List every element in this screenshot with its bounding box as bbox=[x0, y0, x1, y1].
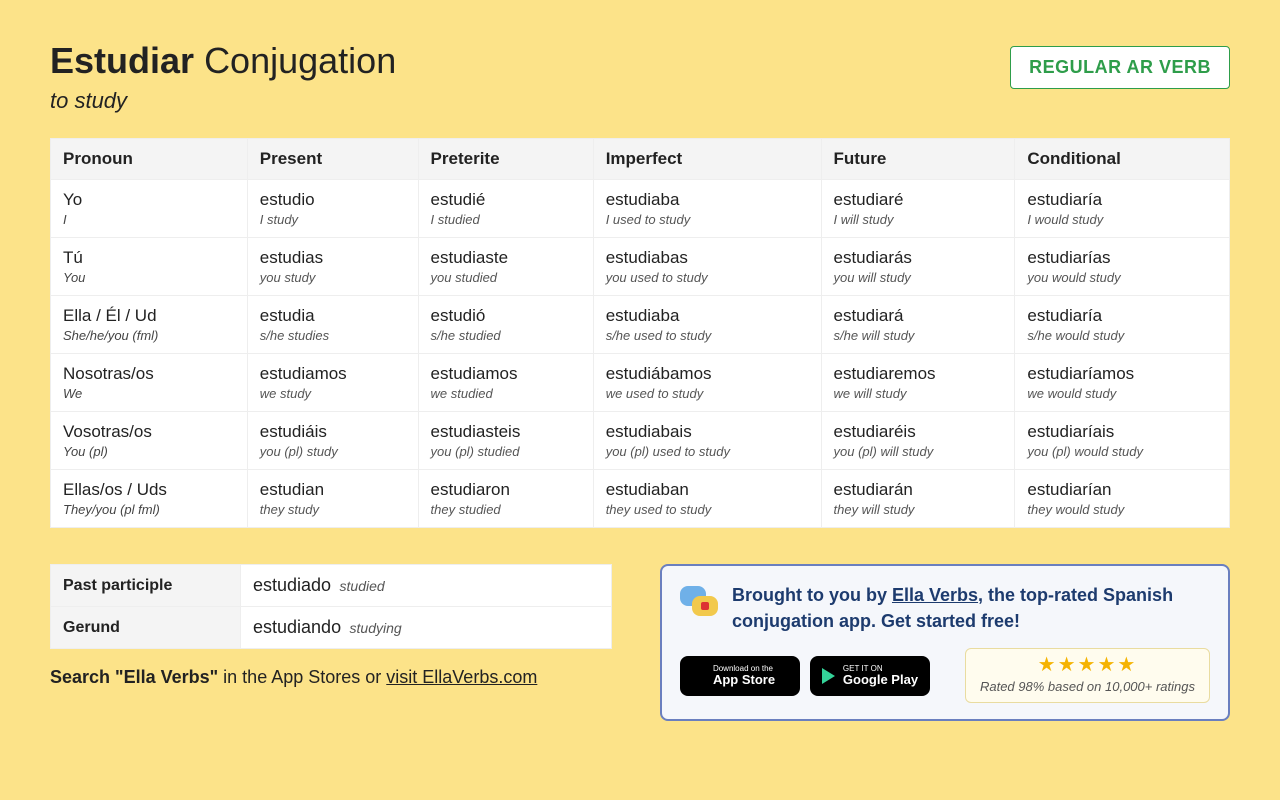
conjugation-cell: estudiasyou study bbox=[247, 238, 418, 296]
conjugation-cell: estudiaríaisyou (pl) would study bbox=[1015, 412, 1230, 470]
table-row: Vosotras/osYou (pl)estudiáisyou (pl) stu… bbox=[51, 412, 1230, 470]
gerund-label: Gerund bbox=[51, 607, 241, 649]
verb-translation: to study bbox=[50, 88, 396, 114]
rating-box: ★★★★★ Rated 98% based on 10,000+ ratings bbox=[965, 648, 1210, 703]
pronoun-cell: TúYou bbox=[51, 238, 248, 296]
conjugation-cell: estudiaríaI would study bbox=[1015, 180, 1230, 238]
conjugation-cell: estudiaremoswe will study bbox=[821, 354, 1015, 412]
conjugation-cell: estudiaréisyou (pl) will study bbox=[821, 412, 1015, 470]
brand-link[interactable]: Ella Verbs bbox=[892, 585, 978, 605]
conjugation-cell: estudiabanthey used to study bbox=[593, 470, 821, 528]
page-title: Estudiar Conjugation bbox=[50, 40, 396, 82]
pronoun-cell: Vosotras/osYou (pl) bbox=[51, 412, 248, 470]
conjugation-cell: estudiabaisyou (pl) used to study bbox=[593, 412, 821, 470]
promo-app-icon bbox=[680, 582, 718, 620]
past-participle-value: estudiado studied bbox=[241, 565, 612, 607]
conjugation-word: Conjugation bbox=[204, 40, 396, 81]
verb-name: Estudiar bbox=[50, 40, 194, 81]
conjugation-cell: estudiaréI will study bbox=[821, 180, 1015, 238]
table-row: YoIestudioI studyestudiéI studiedestudia… bbox=[51, 180, 1230, 238]
table-row: Ella / Él / UdShe/he/you (fml)estudias/h… bbox=[51, 296, 1230, 354]
gerund-value: estudiando studying bbox=[241, 607, 612, 649]
conjugation-cell: estudiábamoswe used to study bbox=[593, 354, 821, 412]
conjugation-cell: estudiaránthey will study bbox=[821, 470, 1015, 528]
conjugation-cell: estudiabasyou used to study bbox=[593, 238, 821, 296]
past-participle-label: Past participle bbox=[51, 565, 241, 607]
conjugation-cell: estudioI study bbox=[247, 180, 418, 238]
conjugation-cell: estudias/he studies bbox=[247, 296, 418, 354]
conjugation-cell: estudiasteyou studied bbox=[418, 238, 593, 296]
conjugation-cell: estudiabas/he used to study bbox=[593, 296, 821, 354]
conjugation-cell: estudiáisyou (pl) study bbox=[247, 412, 418, 470]
conjugation-table: PronounPresentPreteriteImperfectFutureCo… bbox=[50, 138, 1230, 528]
column-header: Future bbox=[821, 139, 1015, 180]
conjugation-table-body: YoIestudioI studyestudiéI studiedestudia… bbox=[51, 180, 1230, 528]
column-header: Pronoun bbox=[51, 139, 248, 180]
conjugation-table-head: PronounPresentPreteriteImperfectFutureCo… bbox=[51, 139, 1230, 180]
search-hint: Search "Ella Verbs" in the App Stores or… bbox=[50, 667, 612, 688]
pronoun-cell: Ella / Él / UdShe/he/you (fml) bbox=[51, 296, 248, 354]
promo-text: Brought to you by Ella Verbs, the top-ra… bbox=[732, 582, 1210, 634]
star-icons: ★★★★★ bbox=[980, 655, 1195, 675]
conjugation-cell: estudiasteisyou (pl) studied bbox=[418, 412, 593, 470]
app-store-button[interactable]: Download on the App Store bbox=[680, 656, 800, 696]
table-row: Ellas/os / UdsThey/you (pl fml)estudiant… bbox=[51, 470, 1230, 528]
pronoun-cell: Ellas/os / UdsThey/you (pl fml) bbox=[51, 470, 248, 528]
conjugation-cell: estudiaríasyou would study bbox=[1015, 238, 1230, 296]
conjugation-cell: estudiarásyou will study bbox=[821, 238, 1015, 296]
conjugation-cell: estudiaríamoswe would study bbox=[1015, 354, 1230, 412]
google-play-button[interactable]: GET IT ON Google Play bbox=[810, 656, 930, 696]
column-header: Conditional bbox=[1015, 139, 1230, 180]
conjugation-cell: estudiaronthey studied bbox=[418, 470, 593, 528]
conjugation-cell: estudiéI studied bbox=[418, 180, 593, 238]
promo-box: Brought to you by Ella Verbs, the top-ra… bbox=[660, 564, 1230, 721]
pronoun-cell: Nosotras/osWe bbox=[51, 354, 248, 412]
participles-table: Past participle estudiado studied Gerund… bbox=[50, 564, 612, 649]
column-header: Present bbox=[247, 139, 418, 180]
visit-link[interactable]: visit EllaVerbs.com bbox=[386, 667, 537, 687]
conjugation-cell: estudiarías/he would study bbox=[1015, 296, 1230, 354]
rating-subtext: Rated 98% based on 10,000+ ratings bbox=[980, 679, 1195, 694]
table-row: TúYouestudiasyou studyestudiasteyou stud… bbox=[51, 238, 1230, 296]
table-row: Nosotras/osWeestudiamoswe studyestudiamo… bbox=[51, 354, 1230, 412]
column-header: Imperfect bbox=[593, 139, 821, 180]
conjugation-cell: estudiamoswe studied bbox=[418, 354, 593, 412]
conjugation-cell: estudiabaI used to study bbox=[593, 180, 821, 238]
verb-type-badge: REGULAR AR VERB bbox=[1010, 46, 1230, 89]
conjugation-cell: estudiós/he studied bbox=[418, 296, 593, 354]
conjugation-cell: estudiaríanthey would study bbox=[1015, 470, 1230, 528]
column-header: Preterite bbox=[418, 139, 593, 180]
conjugation-cell: estudiamoswe study bbox=[247, 354, 418, 412]
conjugation-cell: estudianthey study bbox=[247, 470, 418, 528]
conjugation-cell: estudiarás/he will study bbox=[821, 296, 1015, 354]
play-icon bbox=[822, 668, 835, 684]
pronoun-cell: YoI bbox=[51, 180, 248, 238]
